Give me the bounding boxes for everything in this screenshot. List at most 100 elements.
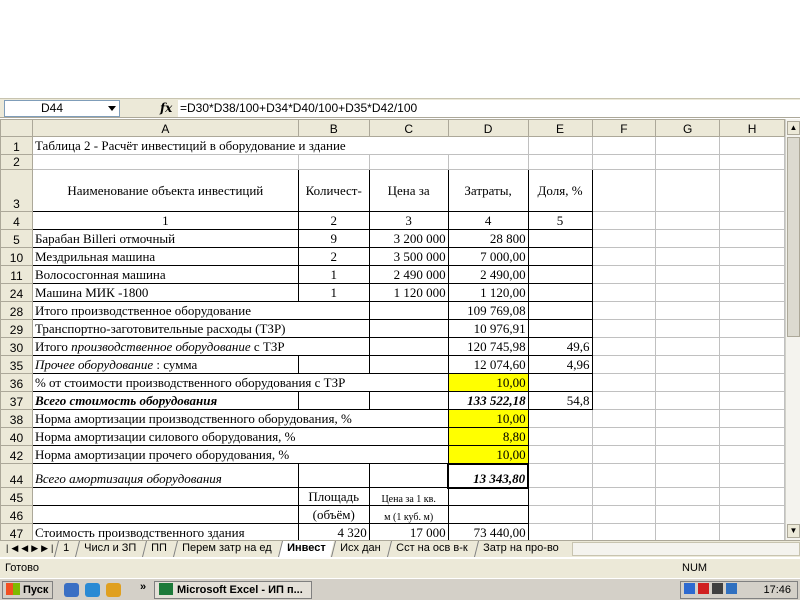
column-header-f[interactable]: F	[591, 119, 657, 137]
cell[interactable]: (объём)	[297, 505, 370, 524]
row-header[interactable]: 47	[0, 523, 33, 540]
cell[interactable]: Итого производственное оборудование с ТЗ…	[31, 337, 370, 356]
sheet-tab[interactable]: 1	[54, 541, 78, 557]
cell[interactable]	[719, 136, 785, 155]
cell[interactable]	[591, 247, 657, 266]
cell[interactable]	[655, 337, 721, 356]
column-header-b[interactable]: B	[297, 119, 370, 137]
cell[interactable]: 3 500 000	[368, 247, 449, 266]
row-header[interactable]: 11	[0, 265, 33, 284]
cell[interactable]	[591, 136, 657, 155]
cell[interactable]	[527, 373, 593, 392]
first-sheet-icon[interactable]: |◀	[6, 543, 21, 553]
cell[interactable]	[591, 355, 657, 374]
cell[interactable]	[655, 505, 721, 524]
cell[interactable]	[31, 505, 299, 524]
cell[interactable]: Цена за 1 кв.	[368, 487, 449, 506]
cell[interactable]	[368, 337, 449, 356]
column-number-cell[interactable]: 2	[297, 211, 370, 230]
cell[interactable]	[368, 154, 449, 170]
row-header[interactable]: 35	[0, 355, 33, 374]
cell[interactable]	[591, 463, 657, 488]
sheet-tab[interactable]: ПП	[142, 541, 176, 557]
row-header[interactable]: 24	[0, 283, 33, 302]
cell-highlighted[interactable]: 10,00	[447, 373, 529, 392]
cell[interactable]	[591, 409, 657, 428]
header-cell-cost[interactable]: Затраты,	[447, 169, 529, 212]
cell[interactable]	[31, 487, 299, 506]
cell[interactable]	[31, 154, 299, 170]
header-cell-share[interactable]: Доля, %	[527, 169, 593, 212]
cell[interactable]	[591, 211, 657, 230]
browser-icon[interactable]	[64, 583, 79, 597]
row-header[interactable]: 45	[0, 487, 33, 506]
cell[interactable]	[297, 391, 370, 410]
cell[interactable]: Норма амортизации прочего оборудования, …	[31, 445, 449, 464]
cell[interactable]	[447, 487, 529, 506]
excel-task-button[interactable]: Microsoft Excel - ИП п...	[154, 581, 312, 599]
cell[interactable]	[447, 154, 529, 170]
media-player-icon[interactable]	[106, 583, 121, 597]
cell[interactable]: 49,6	[527, 337, 593, 356]
cell[interactable]	[719, 427, 785, 446]
cell[interactable]	[527, 427, 593, 446]
header-cell-price[interactable]: Цена за	[368, 169, 449, 212]
row-header[interactable]: 38	[0, 409, 33, 428]
cell[interactable]	[527, 301, 593, 320]
cell[interactable]	[719, 373, 785, 392]
cell[interactable]: 2	[297, 247, 370, 266]
sheet-tab[interactable]: Затр на про-во	[473, 541, 567, 557]
column-header-a[interactable]: A	[31, 119, 299, 137]
horizontal-scrollbar[interactable]	[572, 542, 800, 556]
network-icon[interactable]	[684, 583, 695, 594]
cell[interactable]	[591, 154, 657, 170]
cell[interactable]: Стоимость производственного здания	[31, 523, 299, 540]
cell[interactable]	[655, 409, 721, 428]
row-header[interactable]: 29	[0, 319, 33, 338]
cell[interactable]: 7 000,00	[447, 247, 529, 266]
cell[interactable]	[527, 154, 593, 170]
cell[interactable]: 17 000	[368, 523, 449, 540]
cell[interactable]	[655, 391, 721, 410]
cell[interactable]	[527, 505, 593, 524]
cell[interactable]: Итого производственное оборудование	[31, 301, 370, 320]
cell[interactable]: 54,8	[527, 391, 593, 410]
row-header[interactable]: 5	[0, 229, 33, 248]
table-title[interactable]: Таблица 2 - Расчёт инвестиций в оборудов…	[31, 136, 529, 155]
cell[interactable]	[591, 169, 657, 212]
sheet-tab[interactable]: Числ и ЗП	[75, 541, 145, 557]
sheet-tab[interactable]: Исх дан	[331, 541, 389, 557]
antivirus-icon[interactable]	[698, 583, 709, 594]
cell[interactable]	[719, 283, 785, 302]
cell[interactable]	[719, 391, 785, 410]
start-button[interactable]: Пуск	[2, 581, 54, 599]
cell[interactable]	[719, 487, 785, 506]
cell[interactable]	[527, 229, 593, 248]
cell[interactable]	[719, 337, 785, 356]
volume-icon[interactable]	[712, 583, 723, 594]
cell[interactable]: 10 976,91	[447, 319, 529, 338]
cell[interactable]	[655, 523, 721, 540]
row-header[interactable]: 30	[0, 337, 33, 356]
cell[interactable]: м (1 куб. м)	[368, 505, 449, 524]
scroll-thumb[interactable]	[787, 137, 800, 337]
cell[interactable]	[527, 463, 593, 488]
column-number-cell[interactable]: 5	[527, 211, 593, 230]
cell[interactable]	[591, 373, 657, 392]
cell[interactable]: Прочее оборудование : сумма	[31, 355, 299, 374]
select-all-corner[interactable]	[0, 119, 33, 137]
cell[interactable]: 1 120 000	[368, 283, 449, 302]
row-header[interactable]: 40	[0, 427, 33, 446]
cell[interactable]	[655, 169, 721, 212]
cell[interactable]	[591, 523, 657, 540]
cell[interactable]	[297, 154, 370, 170]
cell[interactable]	[655, 211, 721, 230]
cell[interactable]: Транспортно-заготовительные расходы (ТЗР…	[31, 319, 370, 338]
cell[interactable]	[591, 391, 657, 410]
scroll-down-icon[interactable]: ▼	[787, 524, 800, 538]
cell[interactable]	[719, 211, 785, 230]
column-header-g[interactable]: G	[655, 119, 721, 137]
cell[interactable]	[655, 283, 721, 302]
cell[interactable]: Всего стоимость оборудования	[31, 391, 299, 410]
row-header[interactable]: 37	[0, 391, 33, 410]
